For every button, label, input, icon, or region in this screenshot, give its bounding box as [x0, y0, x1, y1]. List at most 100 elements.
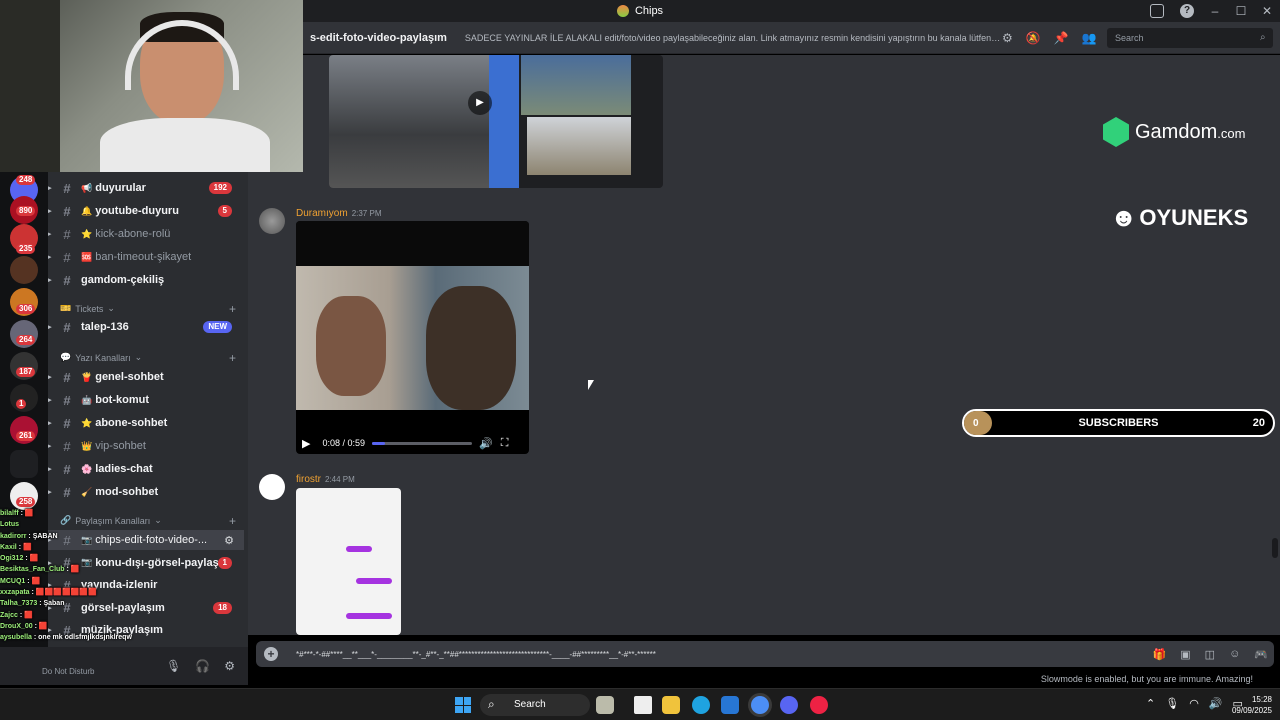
channel-item[interactable]: ▸ # gamdom-çekiliş	[48, 270, 244, 290]
channel-settings-icon[interactable]: ⚙	[224, 534, 234, 547]
channel-emoji: 🍟	[81, 371, 93, 382]
gif-icon[interactable]: ▣	[1180, 648, 1190, 661]
gift-icon[interactable]: 🎁	[1153, 648, 1167, 661]
stream-chat-overlay: bilalff : 🟥 Lotus kadirorr : ŞABAN Kaxil :…	[0, 508, 200, 678]
composer-text[interactable]: *#***-*-##****__**___*-________**-_#**-_…	[296, 650, 656, 659]
oyuneks-logo: ☻ OYUNEKS	[1110, 202, 1249, 232]
inbox-icon[interactable]	[1150, 4, 1164, 18]
server-icon[interactable]	[10, 256, 38, 284]
subscriber-goal: 20	[1252, 417, 1265, 429]
channel-item[interactable]: ▸ # 🔔 youtube-duyuru 5	[48, 201, 244, 221]
member-list-icon[interactable]: 👥	[1082, 31, 1097, 45]
minimize-button[interactable]: –	[1202, 4, 1228, 18]
add-attachment-icon[interactable]: +	[264, 647, 278, 661]
channel-item[interactable]: ▸ # ⭐ abone-sohbet	[48, 413, 244, 433]
volume-icon[interactable]: 🔊	[479, 437, 493, 450]
emoji-icon[interactable]: ☺	[1229, 648, 1240, 661]
task-view-icon[interactable]	[596, 696, 614, 714]
start-button[interactable]	[455, 697, 471, 713]
threads-icon[interactable]: ⚙	[1002, 31, 1013, 45]
clock[interactable]: 15:28 09/09/2025	[1232, 694, 1272, 716]
search-input[interactable]: Search	[1107, 27, 1273, 48]
channel-emoji: 🆘	[81, 251, 93, 262]
channel-item[interactable]: ▸ # ⭐ kick-abone-rolü	[48, 224, 244, 244]
hash-icon: #	[63, 369, 71, 385]
microphone-icon[interactable]: 🎙	[1165, 697, 1179, 710]
video-seek-bar[interactable]	[372, 441, 473, 445]
scrollbar-thumb[interactable]	[1272, 538, 1278, 558]
fullscreen-icon[interactable]: ⛶	[501, 437, 509, 450]
channel-item[interactable]: ▸ # 👑 vip-sohbet	[48, 436, 244, 456]
chat-username: kadirorr	[0, 532, 27, 540]
image-attachment[interactable]	[296, 488, 401, 635]
mention-count: 248	[16, 175, 36, 185]
server-icon	[616, 5, 629, 17]
channel-item[interactable]: ▸ # 📢 duyurular 192	[48, 178, 244, 198]
chevron-up-icon[interactable]: ⌃	[1146, 697, 1155, 710]
category-tickets[interactable]: 🎫 Tickets ⌄ +	[60, 302, 236, 316]
folder-icon[interactable]	[10, 450, 38, 478]
channel-item[interactable]: ▸ # 🍟 genel-sohbet	[48, 367, 244, 387]
chat-username: DrouX_00	[0, 622, 33, 630]
add-channel-icon[interactable]: +	[229, 514, 236, 528]
store-icon[interactable]	[721, 696, 739, 714]
mention-count: 258	[16, 497, 36, 507]
system-tray: ⌃ 🎙 ◠ 🔊 ▭	[1146, 697, 1243, 710]
maximize-button[interactable]: ☐	[1228, 4, 1254, 18]
play-icon[interactable]: ▶	[302, 437, 310, 450]
volume-icon[interactable]: 🔊	[1209, 697, 1223, 710]
chrome-icon[interactable]	[751, 696, 769, 714]
channel-item[interactable]: ▸ # 🌸 ladies-chat	[48, 459, 244, 479]
file-icon[interactable]	[634, 696, 652, 714]
help-icon[interactable]: ?	[1180, 4, 1194, 18]
app-icon[interactable]	[810, 696, 828, 714]
gamdom-icon	[1103, 117, 1129, 147]
chat-message: : 🟥	[19, 611, 33, 619]
category-text-channels[interactable]: 💬 Yazı Kanalları ⌄ +	[60, 351, 236, 365]
channel-label: gamdom-çekiliş	[81, 274, 165, 286]
taskbar-search[interactable]: ⌕ Search	[480, 694, 590, 716]
author-name[interactable]: Duramıyom	[296, 208, 348, 219]
add-channel-icon[interactable]: +	[229, 302, 236, 316]
sticker-icon[interactable]: ◫	[1205, 648, 1215, 661]
channel-topic[interactable]: SADECE YAYINLAR İLE ALAKALI edit/foto/vi…	[465, 33, 1001, 43]
unread-badge: 18	[213, 601, 232, 614]
unread-indicator: ▸	[48, 324, 52, 331]
apps-icon[interactable]: 🎮	[1254, 648, 1268, 661]
message-composer[interactable]: + *#***-*-##****__**___*-________**-_#**…	[256, 641, 1274, 667]
video-frame	[296, 266, 529, 410]
video-attachment[interactable]: ▶ 0:08 / 0:59 🔊 ⛶	[296, 221, 529, 454]
avatar[interactable]	[259, 474, 285, 500]
mention-count: 264	[16, 335, 36, 345]
play-icon[interactable]: ▶	[468, 91, 492, 115]
channel-item[interactable]: ▸ # 🤖 bot-komut	[48, 390, 244, 410]
video-time: 0:08 / 0:59	[322, 438, 366, 448]
channel-label: kick-abone-rolü	[95, 228, 171, 240]
channel-label: youtube-duyuru	[95, 205, 179, 217]
subscriber-goal-bar: 0 SUBSCRIBERS 20	[962, 409, 1275, 437]
stream-chat-line: MCUQ1 : 🟥	[0, 576, 200, 587]
wifi-icon[interactable]: ◠	[1189, 697, 1199, 710]
channel-item[interactable]: ▸ # 🧹 mod-sohbet	[48, 482, 244, 502]
file-explorer-icon[interactable]	[662, 696, 680, 714]
channel-item[interactable]: ▸ # 🆘 ban-timeout-şikayet	[48, 247, 244, 267]
chat-username: xxzapata	[0, 589, 30, 597]
prev-video-attachment[interactable]: ▶	[329, 55, 663, 188]
discord-icon[interactable]	[780, 696, 798, 714]
author-name[interactable]: firostr	[296, 474, 321, 485]
channel-header: s-edit-foto-video-paylaşım SADECE YAYINL…	[248, 22, 1280, 54]
stream-chat-line: Zajcc : 🟥	[0, 610, 200, 621]
settings-gear-icon[interactable]: ⚙	[224, 659, 235, 673]
webcam-shirt	[100, 118, 270, 172]
notification-bell-icon[interactable]: 🔕	[1026, 31, 1041, 45]
add-channel-icon[interactable]: +	[229, 351, 236, 365]
close-button[interactable]: ✕	[1254, 4, 1280, 18]
video-subject	[316, 296, 386, 396]
channel-emoji: 🔔	[81, 205, 93, 216]
pinned-messages-icon[interactable]: 📌	[1054, 31, 1069, 45]
edge-icon[interactable]	[692, 696, 710, 714]
channel-item[interactable]: ▸ # talep-136 NEW	[48, 317, 244, 337]
stream-chat-line: aysubella : one mk odlsfmjlkdsjnklreqw	[0, 632, 200, 643]
channel-emoji: 🌸	[81, 463, 93, 474]
avatar[interactable]	[259, 208, 285, 234]
